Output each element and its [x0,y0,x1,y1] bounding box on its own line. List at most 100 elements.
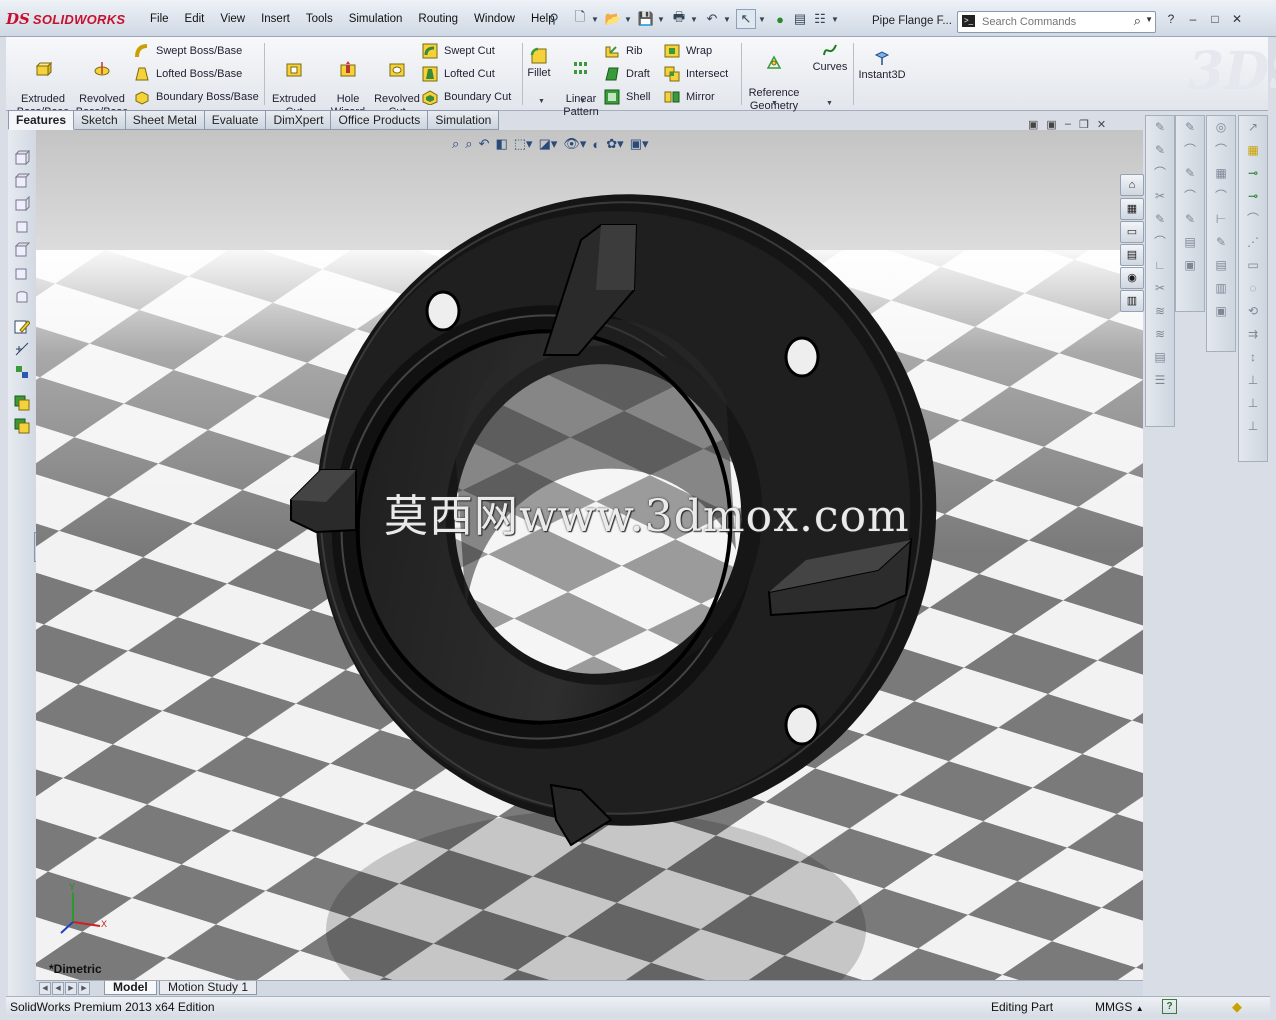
rebuild-traffic-light-icon[interactable]: ● [771,10,789,28]
tool-icon[interactable]: ∟ [1146,254,1174,277]
curves-button[interactable]: Curves ▼ [810,41,850,107]
tool-icon[interactable]: ↕ [1239,346,1267,369]
tool-icon[interactable]: ⌒ [1176,185,1204,208]
chevron-down-icon[interactable]: ▼ [538,95,545,108]
display-style-icon[interactable]: ◪▾ [539,136,558,152]
prev-tab-icon[interactable]: ◀ [52,982,64,995]
box-icon[interactable] [14,219,30,235]
swept-boss-button[interactable]: Swept Boss/Base [134,43,242,59]
boundary-boss-button[interactable]: Boundary Boss/Base [134,89,259,105]
zoom-to-area-icon[interactable]: ⌕ [465,136,472,152]
custom-properties-icon[interactable]: ▥ [1120,290,1144,312]
swept-cut-button[interactable]: Swept Cut [422,43,495,59]
tool-icon[interactable]: ⌒ [1146,231,1174,254]
tool-icon[interactable]: ⊥ [1239,369,1267,392]
minimize-icon[interactable]: – [1065,118,1071,131]
wrap-button[interactable]: Wrap [664,43,712,59]
tool-icon[interactable]: ⌒ [1239,208,1267,231]
tool-icon[interactable]: ✂ [1146,277,1174,300]
box-icon[interactable] [14,150,30,166]
extruded-boss-button[interactable]: Extruded Boss/Base [16,47,70,119]
tool-icon[interactable]: ✎ [1176,162,1204,185]
tab-simulation[interactable]: Simulation [428,110,500,130]
tool-icon[interactable]: ▤ [1146,346,1174,369]
tab-evaluate[interactable]: Evaluate [204,110,267,130]
options-icon[interactable]: ☷ [811,10,829,28]
previous-view-icon[interactable]: ↶ [479,136,490,152]
chevron-down-icon[interactable]: ▼ [690,15,698,24]
lofted-cut-button[interactable]: Lofted Cut [422,66,495,82]
relations-icon[interactable] [14,364,30,380]
chevron-down-icon[interactable]: ▼ [831,15,839,24]
tool-icon[interactable]: ⋰ [1239,231,1267,254]
feature-green-icon[interactable] [14,418,30,434]
menu-routing[interactable]: Routing [410,10,466,28]
tool-icon[interactable]: ⊥ [1239,392,1267,415]
menu-simulation[interactable]: Simulation [341,10,411,28]
select-cursor-icon[interactable]: ↖ [736,9,756,29]
hole-wizard-button[interactable]: Hole Wizard [324,47,372,119]
chevron-down-icon[interactable]: ▼ [624,15,632,24]
view-settings-icon[interactable]: ▣▾ [630,136,649,152]
lofted-boss-button[interactable]: Lofted Boss/Base [134,66,242,82]
chevron-down-icon[interactable]: ▼ [771,97,778,110]
tool-icon[interactable]: ↗ [1239,116,1267,139]
tab-dimxpert[interactable]: DimXpert [266,110,332,130]
tool-icon[interactable]: ▣ [1176,254,1204,277]
rib-button[interactable]: Rib [604,43,643,59]
graphics-area[interactable] [36,130,1143,980]
tool-icon[interactable]: ▥ [1207,277,1235,300]
hide-show-items-icon[interactable]: 👁▾ [563,136,586,152]
viewport-split-icon[interactable]: ▣ [1046,118,1056,131]
extruded-cut-button[interactable]: Extruded Cut [270,47,318,119]
tool-icon[interactable]: ≋ [1146,300,1174,323]
tool-icon[interactable]: ⌒ [1176,139,1204,162]
minimize-icon[interactable]: – [1185,12,1201,26]
new-document-icon[interactable]: 🗋 [571,9,589,28]
menu-view[interactable]: View [212,10,253,28]
tool-icon[interactable]: ◌ [1239,277,1267,300]
tool-icon[interactable]: ✎ [1146,139,1174,162]
search-commands-box[interactable]: >_ ⌕ ▼ [957,11,1156,33]
viewport-single-icon[interactable]: ▣ [1028,118,1038,131]
first-tab-icon[interactable]: ◀ [39,982,51,995]
help-icon[interactable]: ? [1162,999,1177,1014]
tool-icon[interactable]: ▭ [1239,254,1267,277]
solidworks-resources-icon[interactable]: ⌂ [1120,174,1144,196]
view-orientation-icon[interactable]: ⬚▾ [514,136,533,152]
tool-icon[interactable]: ⌒ [1207,139,1235,162]
tool-icon[interactable]: ✎ [1176,116,1204,139]
chevron-down-icon[interactable]: ▼ [723,15,731,24]
tool-icon[interactable]: ⊸ [1239,185,1267,208]
box-icon[interactable] [14,173,30,189]
box-icon[interactable] [14,265,30,281]
menu-file[interactable]: File [142,10,177,28]
tool-icon[interactable]: ◎ [1207,116,1235,139]
tool-icon[interactable]: ⊸ [1239,162,1267,185]
tool-icon[interactable]: ☰ [1146,369,1174,392]
view-palette-icon[interactable]: ▤ [1120,244,1144,266]
save-icon[interactable]: 💾 [637,10,655,28]
apply-scene-icon[interactable]: ✿▾ [606,136,623,152]
chevron-down-icon[interactable]: ▼ [579,95,586,108]
close-icon[interactable]: ✕ [1097,118,1106,131]
last-tab-icon[interactable]: ▶ [78,982,90,995]
feature-green-icon[interactable] [14,395,30,411]
mirror-button[interactable]: Mirror [664,89,715,105]
tool-icon[interactable]: ✎ [1176,208,1204,231]
zoom-to-fit-icon[interactable]: ⌕ [452,136,459,152]
pin-icon[interactable]: ⚲ [545,10,563,28]
chevron-down-icon[interactable]: ▼ [1145,15,1153,24]
tool-icon[interactable]: ⟲ [1239,300,1267,323]
tool-icon[interactable]: ▤ [1207,254,1235,277]
tool-icon[interactable]: ✎ [1146,116,1174,139]
tab-office-products[interactable]: Office Products [331,110,429,130]
appearances-icon[interactable]: ◉ [1120,267,1144,289]
tool-icon[interactable]: ▣ [1207,300,1235,323]
tool-icon[interactable]: ✎ [1146,208,1174,231]
menu-edit[interactable]: Edit [177,10,213,28]
cylinder-icon[interactable] [14,288,30,304]
menu-insert[interactable]: Insert [253,10,298,28]
edit-appearance-icon[interactable]: ◐ [592,137,600,152]
tab-motion-study-1[interactable]: Motion Study 1 [159,981,258,995]
